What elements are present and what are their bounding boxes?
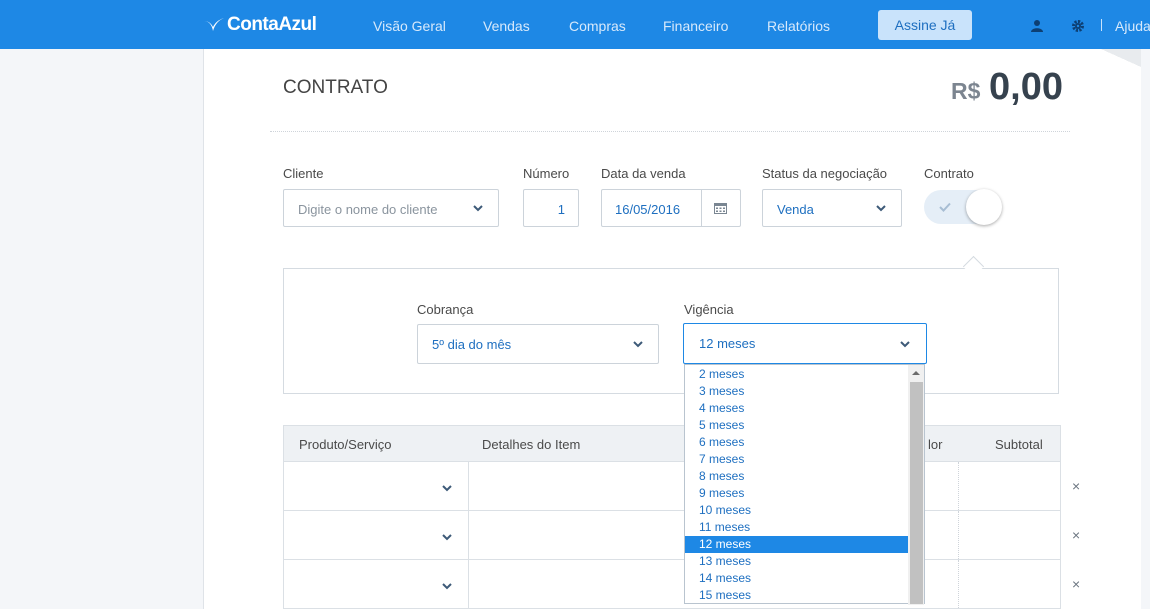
nav-relatorios[interactable]: Relatórios	[767, 18, 830, 34]
vigencia-select[interactable]: 12 meses	[683, 323, 927, 364]
help-link[interactable]: Ajuda	[1115, 18, 1150, 34]
status-select[interactable]: Venda	[762, 189, 902, 227]
numero-input[interactable]: 1	[523, 189, 579, 227]
top-navbar: ContaAzul Visão Geral Vendas Compras Fin…	[0, 0, 1150, 49]
table-row	[283, 511, 1061, 560]
col-subtotal: Subtotal	[995, 437, 1043, 452]
logo-text: ContaAzul	[227, 14, 317, 35]
cobranca-label: Cobrança	[417, 302, 474, 317]
page-title: CONTRATO	[283, 77, 388, 98]
cobranca-value: 5º dia do mês	[432, 337, 512, 352]
cliente-placeholder: Digite o nome do cliente	[298, 202, 438, 217]
status-value: Venda	[777, 202, 814, 217]
dropdown-option[interactable]: 12 meses	[685, 536, 909, 553]
data-value: 16/05/2016	[615, 202, 681, 217]
dropdown-option[interactable]: 15 meses	[685, 587, 909, 603]
logo-icon	[204, 18, 224, 31]
data-input[interactable]: 16/05/2016	[601, 189, 741, 227]
remove-row-button[interactable]: ×	[1072, 527, 1080, 543]
cliente-select[interactable]: Digite o nome do cliente	[283, 189, 499, 227]
col-valor: lor	[928, 437, 943, 452]
dropdown-option[interactable]: 4 meses	[685, 400, 909, 417]
cell-divider	[468, 560, 469, 608]
logo[interactable]: ContaAzul	[203, 14, 317, 36]
dropdown-option[interactable]: 3 meses	[685, 383, 909, 400]
vigencia-dropdown-list[interactable]: 2 meses 3 meses 4 meses 5 meses 6 meses 7 mes…	[684, 364, 925, 604]
dropdown-option[interactable]: 2 meses	[685, 366, 909, 383]
chevron-down-icon	[473, 205, 483, 212]
cell-divider	[958, 462, 959, 510]
status-label: Status da negociação	[762, 166, 888, 181]
cliente-label: Cliente	[283, 166, 324, 181]
data-input-divider	[701, 190, 702, 226]
col-produto: Produto/Serviço	[299, 437, 392, 452]
dropdown-option[interactable]: 5 meses	[685, 417, 909, 434]
chevron-down-icon[interactable]	[442, 583, 452, 590]
toggle-knob	[966, 189, 1002, 225]
cell-divider	[958, 511, 959, 559]
gear-icon[interactable]	[1071, 19, 1085, 33]
dropdown-option[interactable]: 6 meses	[685, 434, 909, 451]
nav-vendas[interactable]: Vendas	[483, 18, 530, 34]
cell-divider	[468, 462, 469, 510]
chevron-down-icon	[876, 205, 886, 212]
chevron-down-icon[interactable]	[442, 534, 452, 541]
contrato-label: Contrato	[924, 166, 974, 181]
remove-row-button[interactable]: ×	[1072, 576, 1080, 592]
nav-financeiro[interactable]: Financeiro	[663, 18, 728, 34]
numero-label: Número	[523, 166, 570, 181]
cell-divider	[958, 560, 959, 608]
dropdown-option[interactable]: 11 meses	[685, 519, 909, 536]
dropdown-option[interactable]: 7 meses	[685, 451, 909, 468]
col-detalhes: Detalhes do Item	[482, 437, 581, 452]
cell-divider	[468, 511, 469, 559]
chevron-down-icon	[633, 341, 643, 348]
dropdown-option[interactable]: 14 meses	[685, 570, 909, 587]
check-icon	[939, 202, 951, 212]
data-label: Data da venda	[601, 166, 686, 181]
dropdown-option[interactable]: 10 meses	[685, 502, 909, 519]
total-amount: 0,00	[989, 66, 1063, 108]
dropdown-option[interactable]: 13 meses	[685, 553, 909, 570]
remove-row-button[interactable]: ×	[1072, 478, 1080, 494]
chevron-down-icon[interactable]	[442, 485, 452, 492]
page-fold	[1101, 49, 1141, 67]
vigencia-label: Vigência	[684, 302, 734, 317]
numero-value: 1	[557, 202, 565, 217]
scrollbar-thumb[interactable]	[910, 382, 923, 604]
user-icon[interactable]	[1030, 19, 1044, 33]
items-table-header: Produto/Serviço Detalhes do Item lor Sub…	[283, 425, 1061, 462]
contrato-toggle[interactable]	[924, 188, 1002, 226]
contract-panel	[283, 268, 1059, 394]
cobranca-select[interactable]: 5º dia do mês	[417, 324, 659, 364]
nav-visao-geral[interactable]: Visão Geral	[373, 18, 446, 34]
scroll-up-arrow-icon[interactable]	[908, 365, 924, 381]
nav-compras[interactable]: Compras	[569, 18, 626, 34]
chevron-down-icon	[900, 341, 910, 348]
dropdown-option[interactable]: 8 meses	[685, 468, 909, 485]
top-separator	[1101, 19, 1102, 31]
currency-symbol: R$	[951, 78, 981, 104]
dropdown-option[interactable]: 9 meses	[685, 485, 909, 502]
vigencia-value: 12 meses	[699, 336, 756, 351]
calendar-icon[interactable]	[714, 202, 727, 214]
header-divider	[270, 131, 1070, 132]
assine-ja-button[interactable]: Assine Já	[878, 10, 972, 40]
table-row	[283, 462, 1061, 511]
